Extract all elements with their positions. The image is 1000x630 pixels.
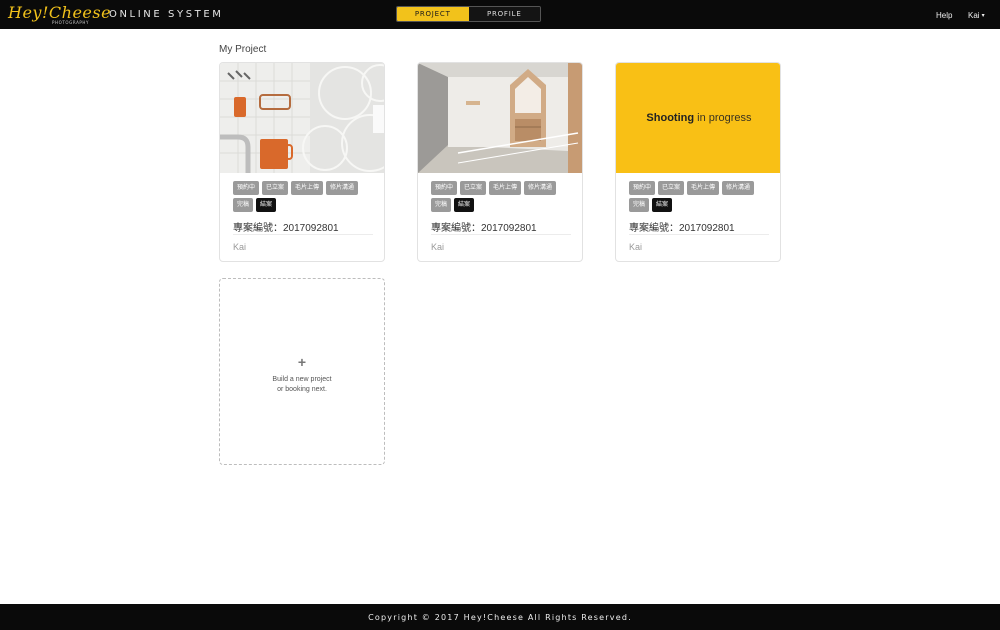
project-owner: Kai	[431, 242, 445, 252]
copyright-text: Copyright © 2017 Hey!Cheese All Rights R…	[368, 612, 632, 622]
project-number: 專案編號：2017092801	[233, 223, 339, 234]
project-card[interactable]: 預約中 已立案 毛片上傳 修片溝通 完稿 結案 專案編號：2017092801 …	[219, 62, 385, 262]
status-badge[interactable]: 修片溝通	[722, 181, 755, 195]
status-badge[interactable]: 毛片上傳	[489, 181, 522, 195]
system-title: ONLINE SYSTEM	[109, 9, 224, 20]
status-badge[interactable]: 完稿	[233, 198, 254, 212]
project-card[interactable]: Shooting in progress 預約中 已立案 毛片上傳 修片溝通 完…	[615, 62, 781, 262]
user-name: Kai	[968, 11, 980, 20]
status-badge-active[interactable]: 結案	[652, 198, 673, 212]
shooting-placeholder: Shooting in progress	[616, 63, 780, 173]
status-badge[interactable]: 預約中	[233, 181, 260, 195]
status-badge[interactable]: 完稿	[431, 198, 452, 212]
status-tags: 預約中 已立案 毛片上傳 修片溝通 完稿 結案	[233, 181, 378, 212]
house-interior-photo	[418, 63, 582, 173]
divider	[233, 234, 373, 235]
new-project-label: Build a new project	[272, 376, 332, 383]
status-badge[interactable]: 預約中	[431, 181, 458, 195]
shooting-status-bold: Shooting	[646, 112, 695, 124]
divider	[629, 234, 769, 235]
footer: Copyright © 2017 Hey!Cheese All Rights R…	[0, 604, 1000, 630]
new-project-sublabel: or booking next.	[277, 386, 327, 393]
status-badge[interactable]: 已立案	[460, 181, 487, 195]
project-owner: Kai	[233, 242, 247, 252]
brand-logo[interactable]: Hey!Cheese PHOTOGRAPHY	[8, 3, 111, 27]
plus-icon: +	[297, 354, 307, 370]
top-navbar: Hey!Cheese PHOTOGRAPHY ONLINE SYSTEM PRO…	[0, 0, 1000, 29]
new-project-button[interactable]: + Build a new project or booking next.	[219, 278, 385, 465]
status-badge[interactable]: 毛片上傳	[291, 181, 324, 195]
divider	[431, 234, 571, 235]
user-menu[interactable]: Kai ▾	[968, 11, 985, 20]
status-tags: 預約中 已立案 毛片上傳 修片溝通 完稿 結案	[431, 181, 576, 212]
status-tags: 預約中 已立案 毛片上傳 修片溝通 完稿 結案	[629, 181, 774, 212]
status-badge[interactable]: 已立案	[262, 181, 289, 195]
status-badge[interactable]: 修片溝通	[326, 181, 359, 195]
status-badge-active[interactable]: 結案	[454, 198, 475, 212]
help-link[interactable]: Help	[936, 11, 952, 20]
status-badge[interactable]: 修片溝通	[524, 181, 557, 195]
logo-subtext: PHOTOGRAPHY	[52, 20, 90, 25]
status-badge[interactable]: 毛片上傳	[687, 181, 720, 195]
project-number: 專案編號：2017092801	[431, 223, 537, 234]
page-title: My Project	[219, 44, 267, 55]
project-card[interactable]: 預約中 已立案 毛片上傳 修片溝通 完稿 結案 專案編號：2017092801 …	[417, 62, 583, 262]
shooting-status-rest: in progress	[694, 112, 752, 124]
status-badge[interactable]: 已立案	[658, 181, 685, 195]
kitchen-tools-photo	[220, 63, 384, 173]
status-badge[interactable]: 預約中	[629, 181, 656, 195]
tab-profile[interactable]: PROFILE	[468, 7, 540, 21]
shooting-status-text: Shooting in progress	[646, 112, 751, 124]
main-tabs: PROJECT PROFILE	[396, 6, 541, 22]
project-owner: Kai	[629, 242, 643, 252]
status-badge[interactable]: 完稿	[629, 198, 650, 212]
project-number: 專案編號：2017092801	[629, 223, 735, 234]
status-badge-active[interactable]: 結案	[256, 198, 277, 212]
tab-project[interactable]: PROJECT	[397, 7, 469, 21]
chevron-down-icon: ▾	[981, 13, 985, 19]
